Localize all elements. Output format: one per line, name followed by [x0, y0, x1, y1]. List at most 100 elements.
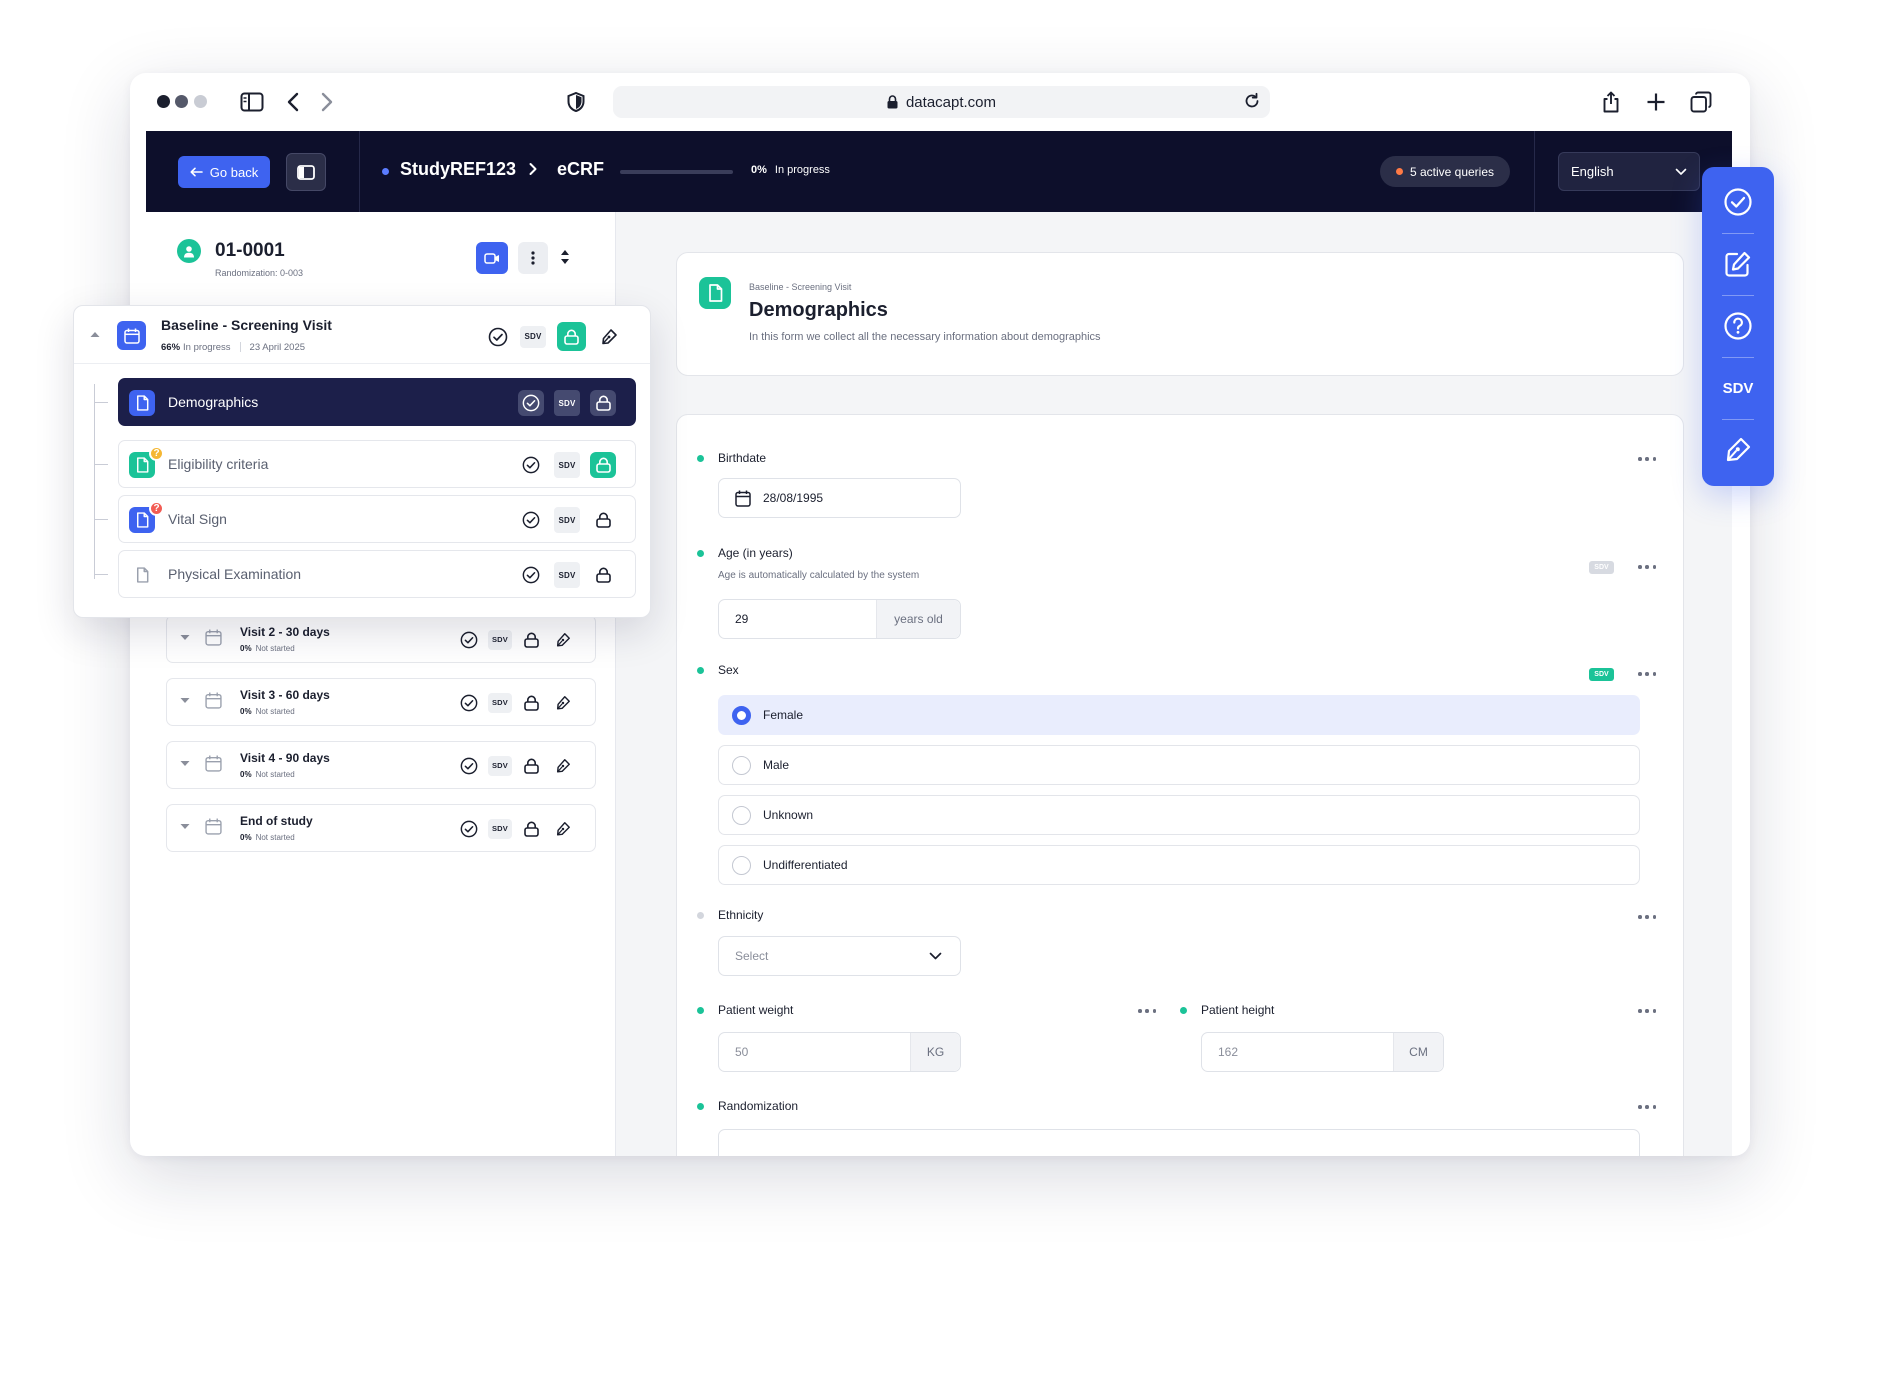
lock-icon[interactable]: [590, 452, 616, 478]
radio-circle[interactable]: [732, 706, 751, 725]
form-icon: [699, 277, 731, 309]
sdv-button[interactable]: SDV: [488, 755, 512, 776]
sdv-button[interactable]: SDV: [554, 452, 580, 478]
lock-icon[interactable]: [590, 390, 616, 416]
form-item[interactable]: ? Vital Sign SDV: [118, 495, 636, 543]
sdv-button[interactable]: SDV: [488, 818, 512, 839]
lock-icon[interactable]: [520, 754, 543, 777]
current-visit-header[interactable]: Baseline - Screening Visit 66% In progres…: [74, 306, 650, 364]
back-arrow-icon[interactable]: [278, 87, 308, 117]
ethnicity-select[interactable]: Select: [718, 936, 961, 976]
check-circle-icon[interactable]: [457, 691, 480, 714]
language-select[interactable]: English: [1558, 152, 1700, 191]
sdv-button[interactable]: SDV: [520, 325, 546, 348]
check-circle-icon[interactable]: [457, 754, 480, 777]
lock-icon[interactable]: [557, 322, 586, 351]
shield-icon[interactable]: [561, 87, 591, 117]
birthdate-input[interactable]: 28/08/1995: [718, 478, 961, 518]
sort-icon[interactable]: [560, 248, 570, 266]
tabs-overview-icon[interactable]: [1686, 87, 1716, 117]
weight-input[interactable]: 50 KG: [718, 1032, 961, 1072]
toolbar-sdv-button[interactable]: SDV: [1702, 358, 1774, 418]
caret-up-icon[interactable]: [90, 331, 100, 338]
sdv-button[interactable]: SDV: [554, 562, 580, 588]
randomization-more-icon[interactable]: [1638, 1103, 1656, 1111]
sign-pen-icon[interactable]: [551, 817, 574, 840]
sex-option-male[interactable]: Male: [718, 745, 1640, 785]
check-circle-icon[interactable]: [457, 817, 480, 840]
age-input[interactable]: 29 years old: [718, 599, 961, 639]
radio-circle[interactable]: [732, 806, 751, 825]
form-item[interactable]: Demographics SDV: [118, 378, 636, 426]
address-bar[interactable]: datacapt.com: [613, 86, 1270, 118]
lock-icon[interactable]: [520, 817, 543, 840]
sign-pen-icon[interactable]: [551, 754, 574, 777]
window-close-dot[interactable]: [157, 95, 170, 108]
breadcrumb-study[interactable]: StudyREF123: [400, 159, 516, 180]
query-badge[interactable]: ?: [149, 501, 164, 516]
lock-icon[interactable]: [520, 691, 543, 714]
check-circle-icon[interactable]: [518, 562, 544, 588]
caret-down-icon[interactable]: [180, 697, 190, 704]
sex-option-unknown[interactable]: Unknown: [718, 795, 1640, 835]
visit-item[interactable]: Visit 4 - 90 days 0% Not started SDV: [166, 741, 596, 789]
new-tab-icon[interactable]: [1641, 87, 1671, 117]
panel-toggle-button[interactable]: [286, 153, 326, 191]
check-circle-icon[interactable]: [518, 390, 544, 416]
lock-icon[interactable]: [520, 628, 543, 651]
height-more-icon[interactable]: [1638, 1007, 1656, 1015]
sdv-button[interactable]: SDV: [488, 692, 512, 713]
video-call-button[interactable]: [476, 242, 508, 274]
visit-item[interactable]: Visit 3 - 60 days 0% Not started SDV: [166, 678, 596, 726]
sdv-button[interactable]: SDV: [554, 390, 580, 416]
patient-more-button[interactable]: [518, 242, 548, 274]
form-item[interactable]: ? Eligibility criteria SDV: [118, 440, 636, 488]
form-item[interactable]: Physical Examination SDV: [118, 550, 636, 598]
toolbar-check-button[interactable]: [1702, 172, 1774, 232]
reload-icon[interactable]: [1242, 91, 1262, 111]
radio-circle[interactable]: [732, 756, 751, 775]
visit-actions: SDV: [457, 691, 574, 714]
sign-pen-icon[interactable]: [551, 691, 574, 714]
caret-down-icon[interactable]: [180, 634, 190, 641]
check-circle-icon[interactable]: [457, 628, 480, 651]
progress-text: 0% In progress: [751, 164, 830, 176]
weight-more-icon[interactable]: [1138, 1007, 1156, 1015]
check-circle-icon[interactable]: [518, 452, 544, 478]
toolbar-query-button[interactable]: [1702, 296, 1774, 356]
sex-more-icon[interactable]: [1638, 670, 1656, 678]
randomization-input[interactable]: [718, 1129, 1640, 1156]
visit-actions: SDV: [457, 817, 574, 840]
check-circle-icon[interactable]: [486, 325, 509, 348]
birthdate-more-icon[interactable]: [1638, 455, 1656, 463]
height-input[interactable]: 162 CM: [1201, 1032, 1444, 1072]
toolbar-sign-button[interactable]: [1702, 420, 1774, 480]
active-queries-badge[interactable]: 5 active queries: [1380, 156, 1510, 187]
caret-down-icon[interactable]: [180, 760, 190, 767]
caret-down-icon[interactable]: [180, 823, 190, 830]
sign-pen-icon[interactable]: [551, 628, 574, 651]
sex-option-female[interactable]: Female: [718, 695, 1640, 735]
ethnicity-more-icon[interactable]: [1638, 913, 1656, 921]
toolbar-edit-button[interactable]: [1702, 234, 1774, 294]
sdv-button[interactable]: SDV: [488, 629, 512, 650]
sdv-button[interactable]: SDV: [554, 507, 580, 533]
check-circle-icon[interactable]: [518, 507, 544, 533]
go-back-button[interactable]: Go back: [178, 156, 270, 188]
visit-item[interactable]: Visit 2 - 30 days 0% Not started SDV: [166, 615, 596, 663]
window-minimize-dot[interactable]: [175, 95, 188, 108]
weight-label: Patient weight: [718, 1003, 794, 1017]
lock-icon[interactable]: [590, 507, 616, 533]
sign-pen-icon[interactable]: [597, 325, 620, 348]
lock-icon[interactable]: [590, 562, 616, 588]
radio-circle[interactable]: [732, 856, 751, 875]
visit-item[interactable]: End of study 0% Not started SDV: [166, 804, 596, 852]
age-more-icon[interactable]: [1638, 563, 1656, 571]
sidebar-toggle-icon[interactable]: [237, 87, 267, 117]
share-icon[interactable]: [1596, 87, 1626, 117]
sex-option-undifferentiated[interactable]: Undifferentiated: [718, 845, 1640, 885]
field-status-dot: [697, 1007, 704, 1014]
query-badge[interactable]: ?: [149, 446, 164, 461]
window-maximize-dot[interactable]: [194, 95, 207, 108]
forward-arrow-icon[interactable]: [312, 87, 342, 117]
